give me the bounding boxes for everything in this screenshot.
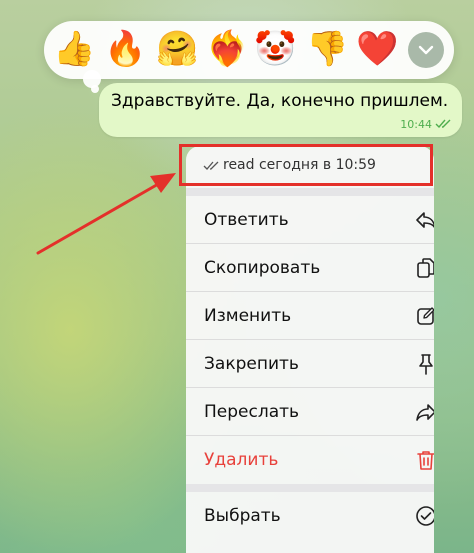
menu-item-label: Удалить bbox=[204, 450, 279, 470]
menu-item-label: Изменить bbox=[204, 306, 292, 326]
chevron-down-icon bbox=[418, 45, 434, 55]
reaction-thumbs-down[interactable]: 👎 bbox=[306, 29, 348, 69]
menu-section-divider bbox=[186, 188, 434, 196]
menu-item-label: Закрепить bbox=[204, 354, 299, 374]
menu-section-divider bbox=[186, 484, 434, 492]
menu-item-copy[interactable]: Скопировать bbox=[186, 244, 434, 292]
reaction-clown[interactable]: 🤡 bbox=[254, 29, 296, 69]
reaction-red-heart[interactable]: ❤️ bbox=[356, 29, 398, 69]
check-circle-icon bbox=[416, 506, 434, 526]
double-check-icon bbox=[435, 119, 451, 129]
reaction-bar-tail-dot bbox=[91, 85, 99, 93]
reaction-fire[interactable]: 🔥 bbox=[104, 29, 146, 69]
reaction-thumbs-up[interactable]: 👍 bbox=[53, 29, 95, 69]
reply-icon bbox=[416, 212, 434, 228]
menu-item-edit[interactable]: Изменить bbox=[186, 292, 434, 340]
menu-item-label: Ответить bbox=[204, 210, 289, 230]
menu-item-select[interactable]: Выбрать bbox=[186, 492, 434, 540]
pin-icon bbox=[419, 354, 433, 375]
trash-icon bbox=[417, 451, 434, 470]
message-bubble[interactable]: Здравствуйте. Да, конечно пришлем. 10:44 bbox=[99, 83, 462, 137]
edit-icon bbox=[417, 307, 434, 325]
copy-icon bbox=[417, 258, 434, 278]
menu-item-label: Выбрать bbox=[204, 506, 281, 526]
reaction-heart-on-fire[interactable]: ❤️‍🔥 bbox=[206, 29, 248, 69]
menu-item-reply[interactable]: Ответить bbox=[186, 196, 434, 244]
menu-item-delete[interactable]: Удалить bbox=[186, 436, 434, 484]
menu-item-label: Переслать bbox=[204, 402, 300, 422]
menu-item-forward[interactable]: Переслать bbox=[186, 388, 434, 436]
forward-icon bbox=[416, 404, 434, 421]
more-reactions-button[interactable] bbox=[408, 32, 444, 68]
menu-item-label: Скопировать bbox=[204, 258, 321, 278]
reaction-smiling-hug[interactable]: 🤗 bbox=[156, 29, 198, 69]
message-text: Здравствуйте. Да, конечно пришлем. bbox=[111, 91, 449, 111]
message-time: 10:44 bbox=[400, 118, 432, 131]
context-menu: read сегодня в 10:59 Ответить Скопироват… bbox=[186, 146, 434, 553]
annotation-highlight-box bbox=[179, 144, 433, 186]
menu-item-pin[interactable]: Закрепить bbox=[186, 340, 434, 388]
